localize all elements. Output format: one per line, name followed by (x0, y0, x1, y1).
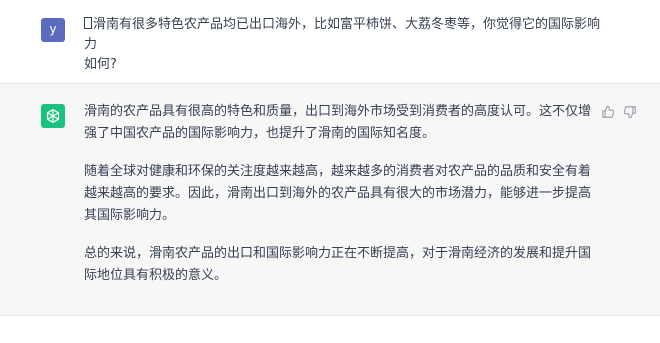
assistant-message-text: 滑南的农产品具有很高的特色和质量，出口到海外市场受到消费者的高度认可。这不仅增强… (84, 101, 600, 303)
user-message-row: y 滑南有很多特色农产品均已出口海外，比如富平柿饼、大荔冬枣等，你觉得它的国际影… (0, 0, 660, 84)
assistant-paragraph-3: 总的来说，滑南农产品的出口和国际影响力正在不断提高，对于滑南经济的发展和提升国际… (84, 246, 592, 283)
user-avatar: y (41, 18, 65, 42)
openai-logo-icon (41, 104, 65, 128)
assistant-message-row: 滑南的农产品具有很高的特色和质量，出口到海外市场受到消费者的高度认可。这不仅增强… (0, 84, 660, 316)
assistant-paragraph-2: 随着全球对健康和环保的关注度越来越高，越来越多的消费者对农产品的品质和安全有着越… (84, 164, 592, 223)
user-message-line1: 滑南有很多特色农产品均已出口海外，比如富平柿饼、大荔冬枣等，你觉得它的国际影响力 (84, 17, 601, 52)
thumbs-down-icon[interactable] (622, 104, 638, 120)
page-footer-space (0, 316, 660, 343)
thumbs-up-icon[interactable] (600, 104, 616, 120)
message-actions (600, 104, 638, 120)
user-message-text: 滑南有很多特色农产品均已出口海外，比如富平柿饼、大荔冬枣等，你觉得它的国际影响力… (84, 15, 604, 75)
missing-glyph-icon (84, 17, 92, 29)
user-message-line2: 如何? (84, 57, 117, 72)
assistant-paragraph-1: 滑南的农产品具有很高的特色和质量，出口到海外市场受到消费者的高度认可。这不仅增强… (84, 104, 592, 141)
